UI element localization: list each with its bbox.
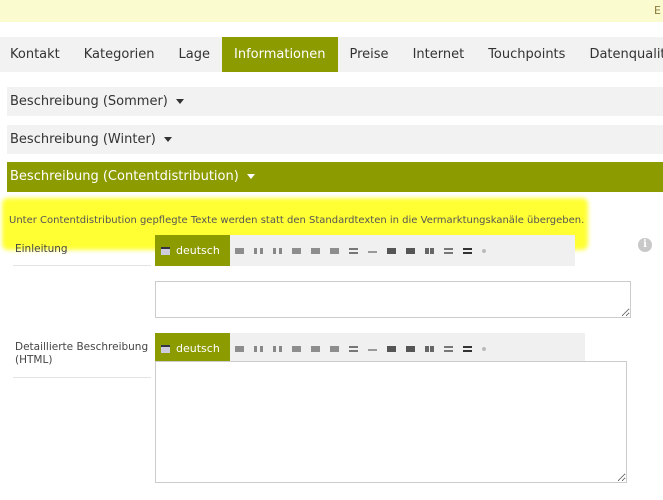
section-winter-header[interactable]: Beschreibung (Winter) <box>7 125 663 154</box>
flag-it-icon[interactable] <box>253 345 263 352</box>
flag-hu-icon[interactable] <box>348 345 358 352</box>
flag-cz-icon[interactable] <box>310 345 320 352</box>
caret-down-icon <box>246 174 255 179</box>
section-sommer-header[interactable]: Beschreibung (Sommer) <box>7 87 663 116</box>
section-contentdistribution-label: Beschreibung (Contentdistribution) <box>10 169 239 184</box>
tab-informationen[interactable]: Informationen <box>222 37 338 72</box>
flag-nl-icon[interactable] <box>291 345 301 352</box>
lang-label: deutsch <box>176 244 220 257</box>
einleitung-textarea[interactable] <box>155 281 631 318</box>
flag-sk-icon[interactable] <box>386 247 396 254</box>
flag-nl-icon[interactable] <box>291 247 301 254</box>
flag-pl-icon[interactable] <box>367 250 377 255</box>
flag-de2-icon[interactable] <box>462 345 472 352</box>
tab-kontakt[interactable]: Kontakt <box>0 37 72 72</box>
caret-down-icon <box>163 137 172 142</box>
flag-jp-icon[interactable] <box>481 248 486 253</box>
flag-jp-icon[interactable] <box>481 346 486 351</box>
flag-ru-icon[interactable] <box>443 247 453 254</box>
detail-label: Detaillierte Beschreibung (HTML) <box>15 341 148 367</box>
einleitung-label: Einleitung <box>15 243 68 255</box>
einleitung-toolbar: deutsch <box>155 235 575 266</box>
divider <box>13 265 151 266</box>
flag-gb-icon[interactable] <box>234 247 244 254</box>
detail-lang-tab[interactable]: deutsch <box>155 333 230 364</box>
detail-textarea[interactable] <box>155 361 627 483</box>
flag-gb-icon[interactable] <box>234 345 244 352</box>
flag-hr-icon[interactable] <box>405 247 415 254</box>
flag-ru-icon[interactable] <box>443 345 453 352</box>
flag-hr-icon[interactable] <box>405 345 415 352</box>
flag-sk-icon[interactable] <box>386 345 396 352</box>
einleitung-lang-tab[interactable]: deutsch <box>155 235 230 266</box>
flag-si-icon[interactable] <box>329 247 339 254</box>
caret-down-icon <box>175 99 184 104</box>
tab-internet[interactable]: Internet <box>401 37 477 72</box>
flag-si-icon[interactable] <box>329 345 339 352</box>
section-sommer-label: Beschreibung (Sommer) <box>10 94 168 109</box>
tab-bar: Kontakt Kategorien Lage Informationen Pr… <box>0 37 663 72</box>
detail-label-line1: Detaillierte Beschreibung <box>15 341 149 353</box>
info-note: Unter Contentdistribution gepflegte Text… <box>9 215 585 226</box>
flag-it-icon[interactable] <box>253 247 263 254</box>
detail-label-line2: (HTML) <box>15 354 53 366</box>
section-winter-label: Beschreibung (Winter) <box>10 132 156 147</box>
tab-touchpoints[interactable]: Touchpoints <box>476 37 577 72</box>
flag-de2-icon[interactable] <box>462 247 472 254</box>
flag-de-icon <box>161 344 170 353</box>
flag-hu-icon[interactable] <box>348 247 358 254</box>
notification-text: E <box>654 4 661 17</box>
section-contentdistribution-header[interactable]: Beschreibung (Contentdistribution) <box>7 162 663 192</box>
divider <box>13 377 151 378</box>
tab-kategorien[interactable]: Kategorien <box>72 37 167 72</box>
tab-lage[interactable]: Lage <box>167 37 222 72</box>
flag-fr-icon[interactable] <box>272 345 282 352</box>
flag-cz-icon[interactable] <box>310 247 320 254</box>
info-icon[interactable]: i <box>638 238 652 252</box>
lang-label: deutsch <box>176 342 220 355</box>
flag-de-icon <box>161 246 170 255</box>
flag-pl-icon[interactable] <box>367 348 377 353</box>
detail-toolbar: deutsch <box>155 333 585 364</box>
flag-dk-icon[interactable] <box>424 345 434 352</box>
flag-fr-icon[interactable] <box>272 247 282 254</box>
notification-bar: E <box>0 0 663 22</box>
tab-preise[interactable]: Preise <box>338 37 401 72</box>
flag-dk-icon[interactable] <box>424 247 434 254</box>
tab-datenqualitaet[interactable]: Datenqualität <box>577 37 663 72</box>
